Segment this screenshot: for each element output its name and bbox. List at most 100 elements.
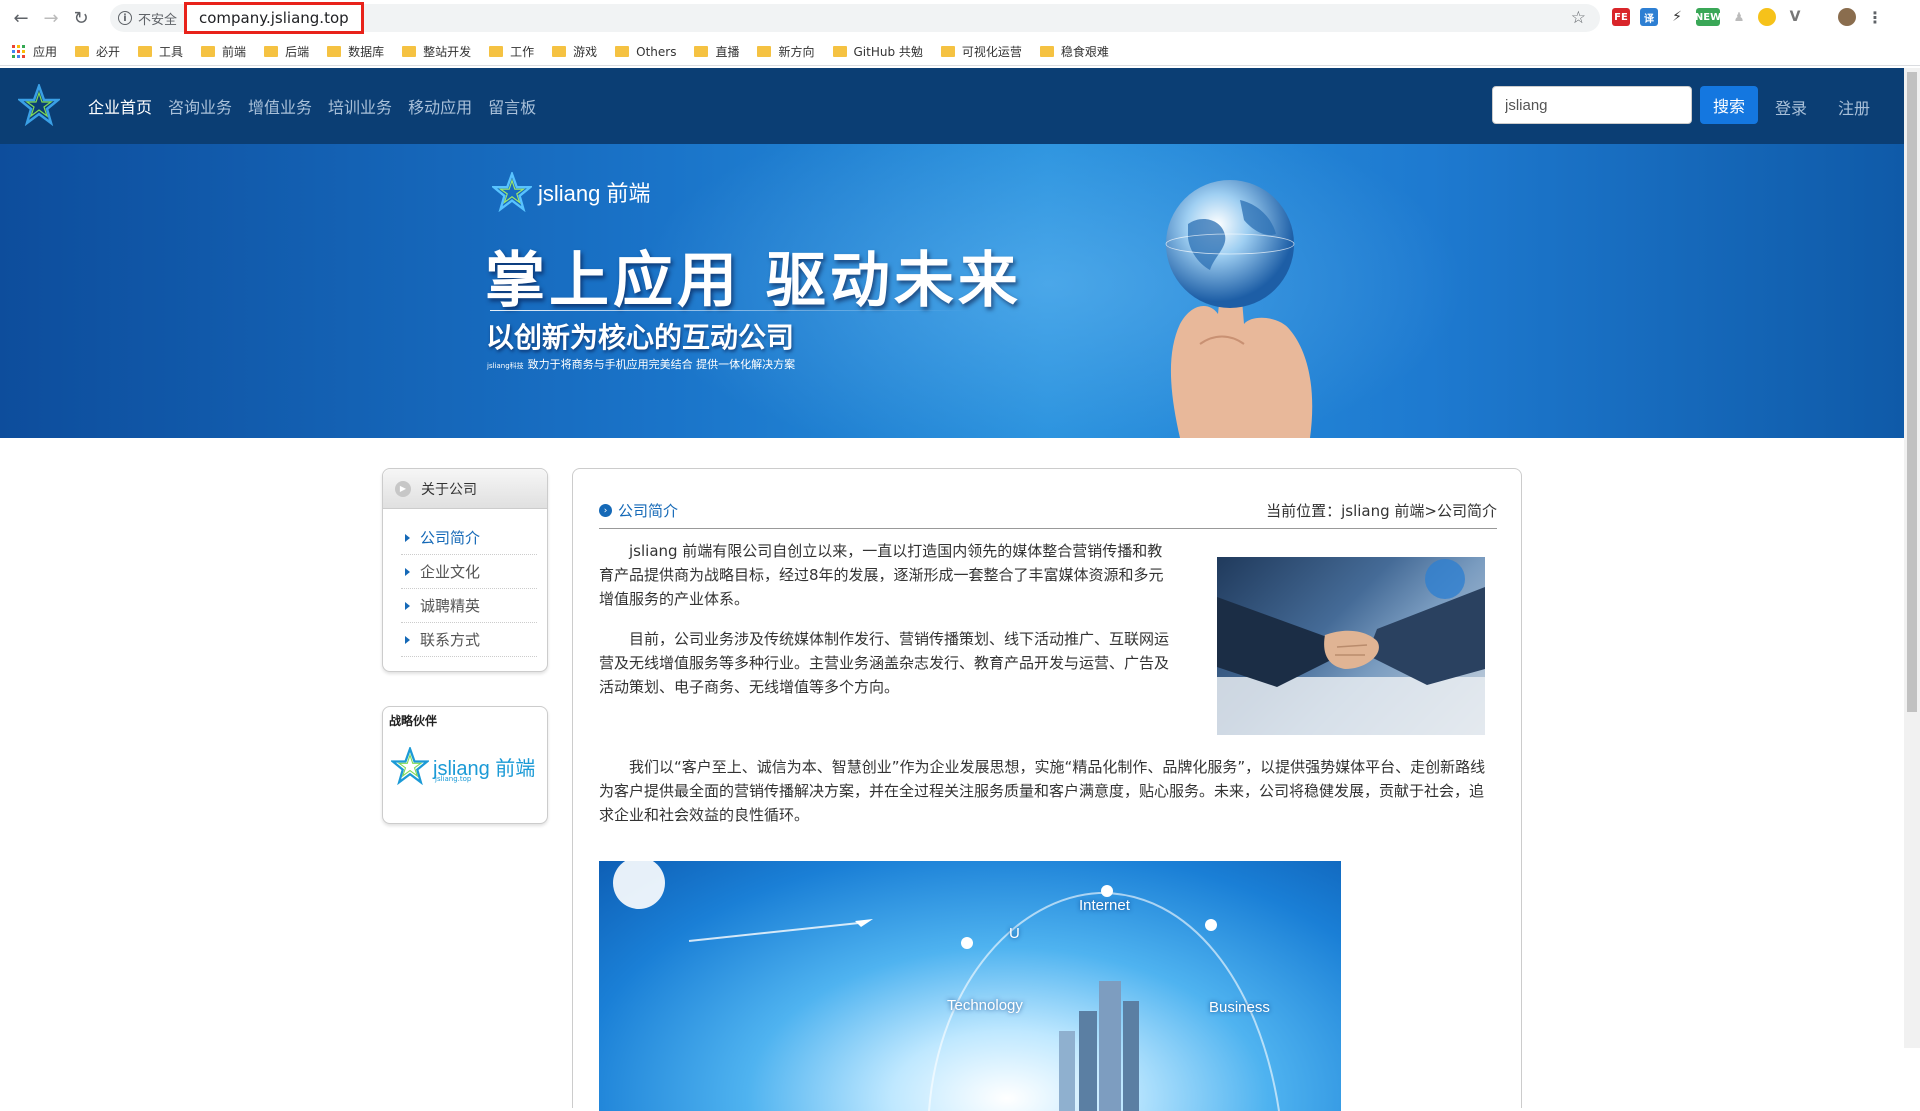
nav-message-board[interactable]: 留言板 — [488, 94, 536, 118]
bookmark-label: 稳食艰难 — [1060, 45, 1109, 59]
register-link[interactable]: 注册 — [1838, 95, 1870, 119]
tagline-small: jsliang科技 — [487, 362, 524, 370]
translate-extension-icon[interactable]: 译 — [1640, 8, 1658, 26]
folder-icon — [757, 46, 772, 57]
url-text[interactable]: company.jsliang.top — [184, 2, 364, 34]
banner-brand: jsliang 前端 — [492, 172, 650, 212]
hero-banner: jsliang 前端 掌上应用 驱动未来 以创新为核心的互动公司 jsliang… — [0, 144, 1904, 438]
nav-training[interactable]: 培训业务 — [328, 94, 392, 118]
bookmark-folder[interactable]: GitHub 共勉 — [832, 43, 923, 60]
nav-mobile-apps[interactable]: 移动应用 — [408, 94, 472, 118]
banner-subtitle: 以创新为核心的互动公司 — [486, 321, 795, 354]
banner-brand-text: jsliang 前端 — [538, 181, 651, 206]
sidebar-item-company-profile[interactable]: 公司简介 — [401, 521, 537, 555]
tech-label-u: U — [1009, 925, 1020, 942]
bookmark-label: 必开 — [96, 45, 121, 59]
content-panel: › 公司简介 当前位置：jsliang 前端>公司简介 jsliang 前端有限… — [572, 468, 1522, 1111]
star-logo-icon[interactable] — [18, 84, 60, 126]
triangle-right-icon — [405, 533, 410, 542]
sidebar-item-careers[interactable]: 诚聘精英 — [401, 589, 537, 623]
banner-divider — [490, 310, 970, 311]
bookmark-label: 游戏 — [573, 45, 598, 59]
bookmark-label: 工作 — [510, 45, 535, 59]
folder-icon — [264, 46, 279, 57]
moon-extension-icon[interactable] — [1758, 8, 1776, 26]
scrollbar-thumb[interactable] — [1907, 72, 1917, 712]
triangle-right-icon — [405, 601, 410, 610]
sidebar-item-contact[interactable]: 联系方式 — [401, 623, 537, 657]
browser-toolbar: ← → ↻ i 不安全 company.jsliang.top ☆ FE 译 ⚡… — [0, 0, 1920, 36]
banner-title: 掌上应用 驱动未来 — [485, 246, 1022, 316]
folder-icon — [138, 46, 153, 57]
star-logo-icon — [391, 747, 429, 785]
bookmark-folder[interactable]: 工具 — [138, 43, 183, 60]
content-header: › 公司简介 当前位置：jsliang 前端>公司简介 — [599, 493, 1497, 529]
bookmark-label: 前端 — [222, 45, 247, 59]
folder-icon — [615, 46, 630, 57]
sidebar-item-label: 诚聘精英 — [420, 597, 481, 615]
nav-consulting[interactable]: 咨询业务 — [168, 94, 232, 118]
login-link[interactable]: 登录 — [1775, 95, 1807, 119]
bookmark-label: Others — [636, 44, 677, 59]
address-bar[interactable]: i 不安全 company.jsliang.top ☆ — [110, 2, 1600, 34]
partner-logo-small: jsliang.top — [435, 775, 472, 783]
sidebar-item-culture[interactable]: 企业文化 — [401, 555, 537, 589]
reload-icon[interactable]: ↻ — [66, 3, 96, 33]
person-extension-icon[interactable]: ♟ — [1730, 8, 1748, 26]
bookmark-label: GitHub 共勉 — [853, 45, 923, 59]
back-icon[interactable]: ← — [6, 3, 36, 33]
forward-icon[interactable]: → — [36, 3, 66, 33]
bookmark-label: 工具 — [159, 45, 184, 59]
bookmark-folder[interactable]: 直播 — [694, 43, 739, 60]
bookmark-folder[interactable]: 必开 — [75, 43, 120, 60]
banner-tagline: jsliang科技 致力于将商务与手机应用完美结合 提供一体化解决方案 — [487, 356, 795, 372]
bookmark-apps[interactable]: 应用 — [12, 43, 57, 60]
triangle-right-icon — [405, 567, 410, 576]
folder-icon — [552, 46, 567, 57]
bookmark-folder[interactable]: 后端 — [264, 43, 309, 60]
bookmark-folder[interactable]: 整站开发 — [402, 43, 471, 60]
bookmark-folder[interactable]: 数据库 — [327, 43, 384, 60]
menu-kebab-icon[interactable]: ⋮ — [1866, 8, 1884, 27]
lightning-extension-icon[interactable]: ⚡ — [1668, 8, 1686, 26]
partner-logo[interactable]: jsliang 前端 jsliang.top — [391, 747, 535, 785]
hand-globe-image — [1165, 180, 1313, 438]
bookmark-folder[interactable]: 稳食艰难 — [1039, 43, 1109, 60]
bookmark-folder[interactable]: 新方向 — [757, 43, 815, 60]
folder-icon — [75, 46, 90, 57]
about-header-label: 关于公司 — [421, 481, 477, 498]
bookmark-star-icon[interactable]: ☆ — [1571, 8, 1586, 28]
partner-title: 战略伙伴 — [389, 714, 438, 728]
bookmark-folder[interactable]: 前端 — [201, 43, 246, 60]
tech-label-internet: Internet — [1079, 897, 1130, 914]
breadcrumb: 当前位置：jsliang 前端>公司简介 — [1266, 502, 1497, 520]
info-icon[interactable]: i — [118, 11, 132, 25]
profile-avatar-icon[interactable] — [1838, 8, 1856, 26]
handshake-image — [1217, 557, 1485, 735]
bookmark-label: 数据库 — [348, 45, 385, 59]
page-scrollbar[interactable] — [1904, 68, 1920, 1048]
bookmark-folder[interactable]: Others — [615, 45, 676, 59]
bookmark-label: 可视化运营 — [961, 45, 1022, 59]
folder-icon — [1039, 46, 1054, 57]
insecure-label: 不安全 — [138, 12, 178, 28]
tech-label-technology: Technology — [947, 997, 1023, 1014]
bookmark-folder[interactable]: 工作 — [489, 43, 534, 60]
about-box: ▶ 关于公司 公司简介 企业文化 诚聘精英 联系方式 — [382, 468, 548, 672]
sidebar-item-label: 联系方式 — [420, 631, 481, 649]
nav-value-added[interactable]: 增值业务 — [248, 94, 312, 118]
partner-box: 战略伙伴 jsliang 前端 jsliang.top — [382, 706, 548, 824]
bookmark-folder[interactable]: 可视化运营 — [940, 43, 1022, 60]
folder-icon — [201, 46, 216, 57]
site-navbar: 企业首页 咨询业务 增值业务 培训业务 移动应用 留言板 搜索 登录 注册 — [0, 68, 1904, 144]
search-button[interactable]: 搜索 — [1700, 86, 1758, 124]
content-title-label: 公司简介 — [618, 502, 679, 520]
technology-image: Internet U Technology Business — [599, 861, 1341, 1111]
spacer — [1814, 8, 1828, 26]
fe-extension-icon[interactable]: FE — [1612, 8, 1630, 26]
search-input[interactable] — [1492, 86, 1692, 124]
vue-extension-icon[interactable]: V — [1786, 8, 1804, 26]
nav-home[interactable]: 企业首页 — [88, 94, 152, 118]
new-extension-icon[interactable]: NEW — [1695, 8, 1721, 26]
bookmark-folder[interactable]: 游戏 — [552, 43, 597, 60]
